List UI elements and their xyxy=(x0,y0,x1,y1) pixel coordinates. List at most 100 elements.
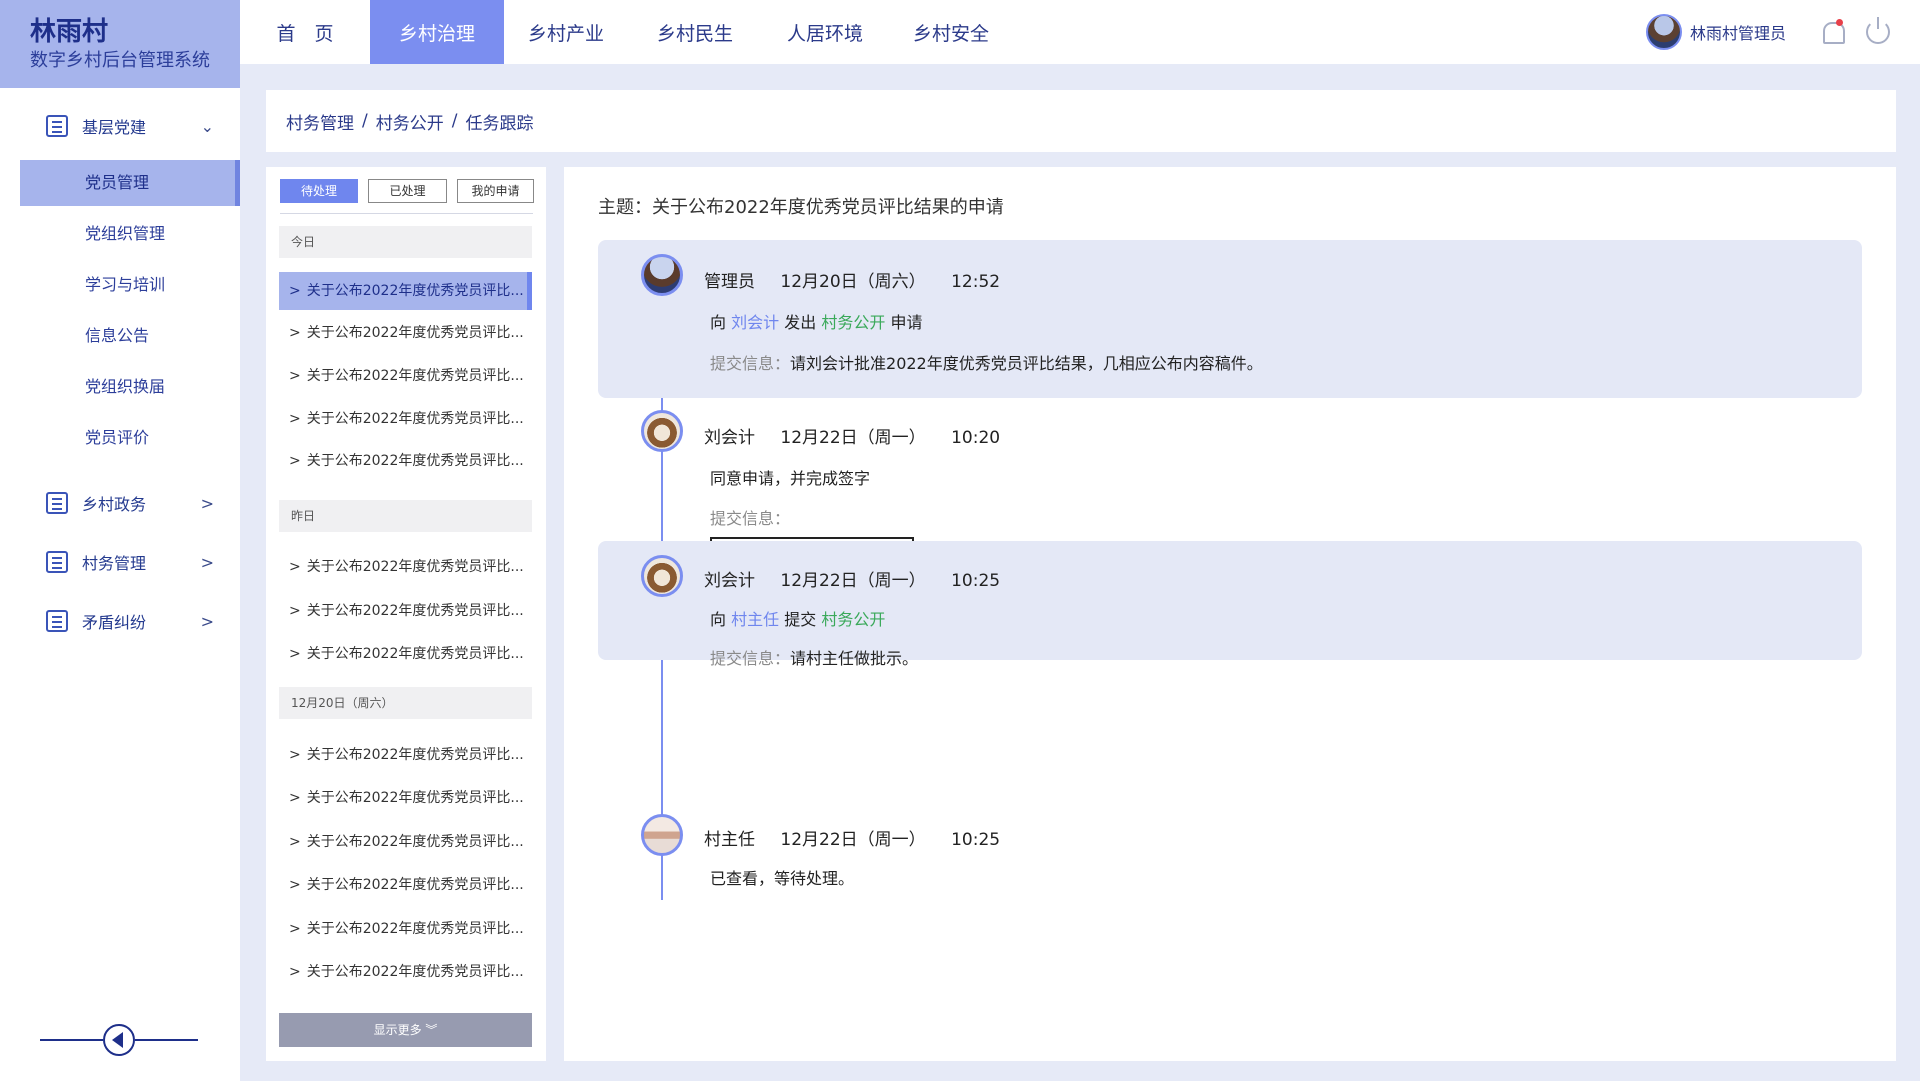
sidebar-item-training[interactable]: 学习与培训 xyxy=(20,262,240,308)
entry-action: 同意申请，并完成签字 xyxy=(710,469,871,488)
action-text: 申请 xyxy=(890,313,923,332)
task-item[interactable]: > 关于公布2022年度优秀党员评比... xyxy=(279,314,532,352)
tab-pending[interactable]: 待处理 xyxy=(280,179,358,203)
sidebar-menu: 基层党建 ⌄ 党员管理 党组织管理 学习与培训 信息公告 党组织换届 党员评价 … xyxy=(0,88,240,651)
entry-author: 刘会计 xyxy=(704,571,755,591)
sidebar-group-label: 乡村政务 xyxy=(82,495,147,514)
task-list-panel: 待处理 已处理 我的申请 今日 > 关于公布2022年度优秀党员评比... > 关于… xyxy=(266,167,546,1061)
action-item[interactable]: 村务公开 xyxy=(821,313,885,332)
task-item[interactable]: > 关于公布2022年度优秀党员评比... xyxy=(279,592,532,630)
entry-action: 已查看，等待处理。 xyxy=(710,869,855,888)
entry-action: 向 刘会计 发出 村务公开 申请 xyxy=(710,309,922,333)
breadcrumb-item[interactable]: 村务公开 xyxy=(376,109,444,134)
sidebar-item-org-management[interactable]: 党组织管理 xyxy=(20,211,240,257)
task-item[interactable]: > 关于公布2022年度优秀党员评比... xyxy=(279,779,532,817)
sidebar-group-label: 村务管理 xyxy=(82,554,147,573)
breadcrumb: 村务管理 / 村务公开 / 任务跟踪 xyxy=(266,90,1896,152)
task-item[interactable]: > 关于公布2022年度优秀党员评比... xyxy=(279,400,532,438)
entry-author: 村主任 xyxy=(704,830,755,850)
avatar xyxy=(641,410,683,452)
tab-my-requests[interactable]: 我的申请 xyxy=(457,179,534,203)
entry-time: 10:25 xyxy=(951,571,1001,591)
sidebar-group-disputes[interactable]: 矛盾纠纷 > xyxy=(0,591,240,651)
bell-icon[interactable] xyxy=(1820,19,1845,45)
power-icon[interactable] xyxy=(1866,17,1890,44)
divider xyxy=(40,1039,103,1041)
group-header-yesterday: 昨日 xyxy=(279,500,532,532)
info-text: 请村主任做批示。 xyxy=(790,649,919,668)
brand-title: 林雨村 xyxy=(30,17,109,47)
sidebar-collapse-control[interactable] xyxy=(40,1022,198,1058)
chevron-down-icon: ⌄ xyxy=(200,116,214,136)
top-nav: 首 页 乡村治理 乡村产业 乡村民生 人居环境 乡村安全 xyxy=(240,0,1014,64)
sidebar-item-member-evaluation[interactable]: 党员评价 xyxy=(20,415,240,461)
entry-action: 向 村主任 提交 村务公开 xyxy=(710,606,885,630)
show-more-button[interactable]: 显示更多 ︾ xyxy=(279,1013,532,1047)
sidebar: 林雨村 数字乡村后台管理系统 基层党建 ⌄ 党员管理 党组织管理 学习与培训 信… xyxy=(0,0,240,1081)
chevron-right-icon: > xyxy=(200,611,214,631)
entry-date: 12月22日（周一） xyxy=(780,428,926,448)
sidebar-item-member-management[interactable]: 党员管理 xyxy=(20,160,240,206)
entry-date: 12月22日（周一） xyxy=(780,571,926,591)
task-subject: 主题：关于公布2022年度优秀党员评比结果的申请 xyxy=(598,197,1004,218)
entry-time: 10:25 xyxy=(951,830,1001,850)
nav-industry[interactable]: 乡村产业 xyxy=(504,0,628,64)
group-header-date: 12月20日（周六） xyxy=(279,687,532,719)
nav-environment[interactable]: 人居环境 xyxy=(762,0,888,64)
task-item[interactable]: > 关于公布2022年度优秀党员评比... xyxy=(279,272,532,310)
sidebar-group-party-building[interactable]: 基层党建 ⌄ xyxy=(0,98,240,154)
nav-governance[interactable]: 乡村治理 xyxy=(370,0,504,64)
user-name[interactable]: 林雨村管理员 xyxy=(1690,20,1786,44)
timeline-entry: 管理员 12月20日（周六） 12:52 向 刘会计 发出 村务公开 申请 提交… xyxy=(598,240,1862,398)
top-nav-bar: 首 页 乡村治理 乡村产业 乡村民生 人居环境 乡村安全 林雨村管理员 xyxy=(240,0,1920,64)
breadcrumb-item[interactable]: 村务管理 xyxy=(286,109,354,134)
user-area: 林雨村管理员 xyxy=(1645,14,1890,50)
sidebar-item-announcements[interactable]: 信息公告 xyxy=(20,313,240,359)
action-target[interactable]: 村主任 xyxy=(731,610,779,629)
action-text: 发出 xyxy=(784,313,817,332)
task-item[interactable]: > 关于公布2022年度优秀党员评比... xyxy=(279,910,532,948)
nav-safety[interactable]: 乡村安全 xyxy=(888,0,1014,64)
entry-date: 12月20日（周六） xyxy=(780,272,926,292)
info-text: 请刘会计批准2022年度优秀党员评比结果，几相应公布内容稿件。 xyxy=(790,354,1263,373)
sidebar-group-government[interactable]: 乡村政务 > xyxy=(0,473,240,533)
entry-header: 刘会计 12月22日（周一） 10:20 xyxy=(704,423,1020,448)
entry-author: 管理员 xyxy=(704,272,755,292)
task-item[interactable]: > 关于公布2022年度优秀党员评比... xyxy=(279,635,532,673)
timeline-entry: 刘会计 12月22日（周一） 10:25 向 村主任 提交 村务公开 提交信息：… xyxy=(598,541,1862,668)
party-building-icon xyxy=(46,115,68,137)
dispute-icon xyxy=(46,610,68,632)
collapse-arrow-icon[interactable] xyxy=(103,1024,135,1056)
nav-home[interactable]: 首 页 xyxy=(240,0,370,64)
sidebar-group-label: 基层党建 xyxy=(82,118,147,137)
action-target[interactable]: 刘会计 xyxy=(731,313,779,332)
action-text: 向 xyxy=(710,610,727,629)
brand-subtitle: 数字乡村后台管理系统 xyxy=(30,50,210,71)
tab-processed[interactable]: 已处理 xyxy=(368,179,447,203)
entry-author: 刘会计 xyxy=(704,428,755,448)
village-affairs-icon xyxy=(46,551,68,573)
avatar[interactable] xyxy=(1645,14,1682,50)
task-item[interactable]: > 关于公布2022年度优秀党员评比... xyxy=(279,357,532,395)
avatar xyxy=(641,555,683,597)
divider xyxy=(280,213,533,214)
entry-header: 村主任 12月22日（周一） 10:25 xyxy=(704,825,1020,850)
task-item[interactable]: > 关于公布2022年度优秀党员评比... xyxy=(279,866,532,904)
task-item[interactable]: > 关于公布2022年度优秀党员评比... xyxy=(279,442,532,480)
nav-livelihood[interactable]: 乡村民生 xyxy=(628,0,762,64)
task-tabs: 待处理 已处理 我的申请 xyxy=(280,179,544,203)
avatar xyxy=(641,814,683,856)
task-item[interactable]: > 关于公布2022年度优秀党员评比... xyxy=(279,548,532,586)
task-item[interactable]: > 关于公布2022年度优秀党员评比... xyxy=(279,823,532,861)
info-label: 提交信息： xyxy=(710,509,791,528)
task-item[interactable]: > 关于公布2022年度优秀党员评比... xyxy=(279,953,532,991)
entry-header: 刘会计 12月22日（周一） 10:25 xyxy=(704,566,1020,591)
entry-info: 提交信息：请村主任做批示。 xyxy=(710,645,918,669)
action-item[interactable]: 村务公开 xyxy=(821,610,885,629)
sidebar-group-village-affairs[interactable]: 村务管理 > xyxy=(0,533,240,591)
task-item[interactable]: > 关于公布2022年度优秀党员评比... xyxy=(279,736,532,774)
sidebar-item-org-election[interactable]: 党组织换届 xyxy=(20,364,240,410)
entry-time: 12:52 xyxy=(951,272,1001,292)
breadcrumb-separator: / xyxy=(451,111,458,131)
info-label: 提交信息： xyxy=(710,649,791,668)
